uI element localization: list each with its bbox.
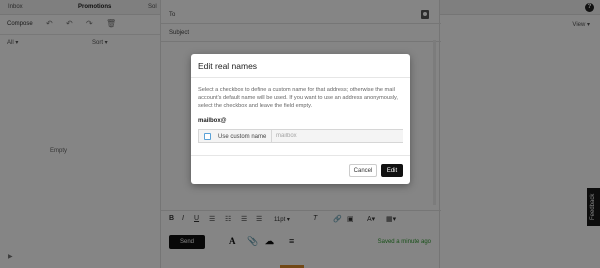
dialog-header: Edit real names [191, 54, 410, 78]
dialog-footer-divider [191, 155, 410, 156]
cancel-button[interactable]: Cancel [349, 164, 377, 177]
dialog-description: Select a checkbox to define a custom nam… [198, 87, 398, 109]
edit-real-names-dialog: Edit real names Select a checkbox to def… [191, 54, 410, 184]
custom-name-input[interactable] [271, 130, 403, 142]
custom-name-row: Use custom name [198, 129, 403, 143]
mailbox-address: mailbox@ [198, 118, 227, 124]
dialog-title: Edit real names [198, 61, 258, 71]
use-custom-name-label[interactable]: Use custom name [218, 134, 266, 140]
use-custom-name-checkbox[interactable] [204, 133, 211, 140]
edit-button[interactable]: Edit [381, 164, 403, 177]
